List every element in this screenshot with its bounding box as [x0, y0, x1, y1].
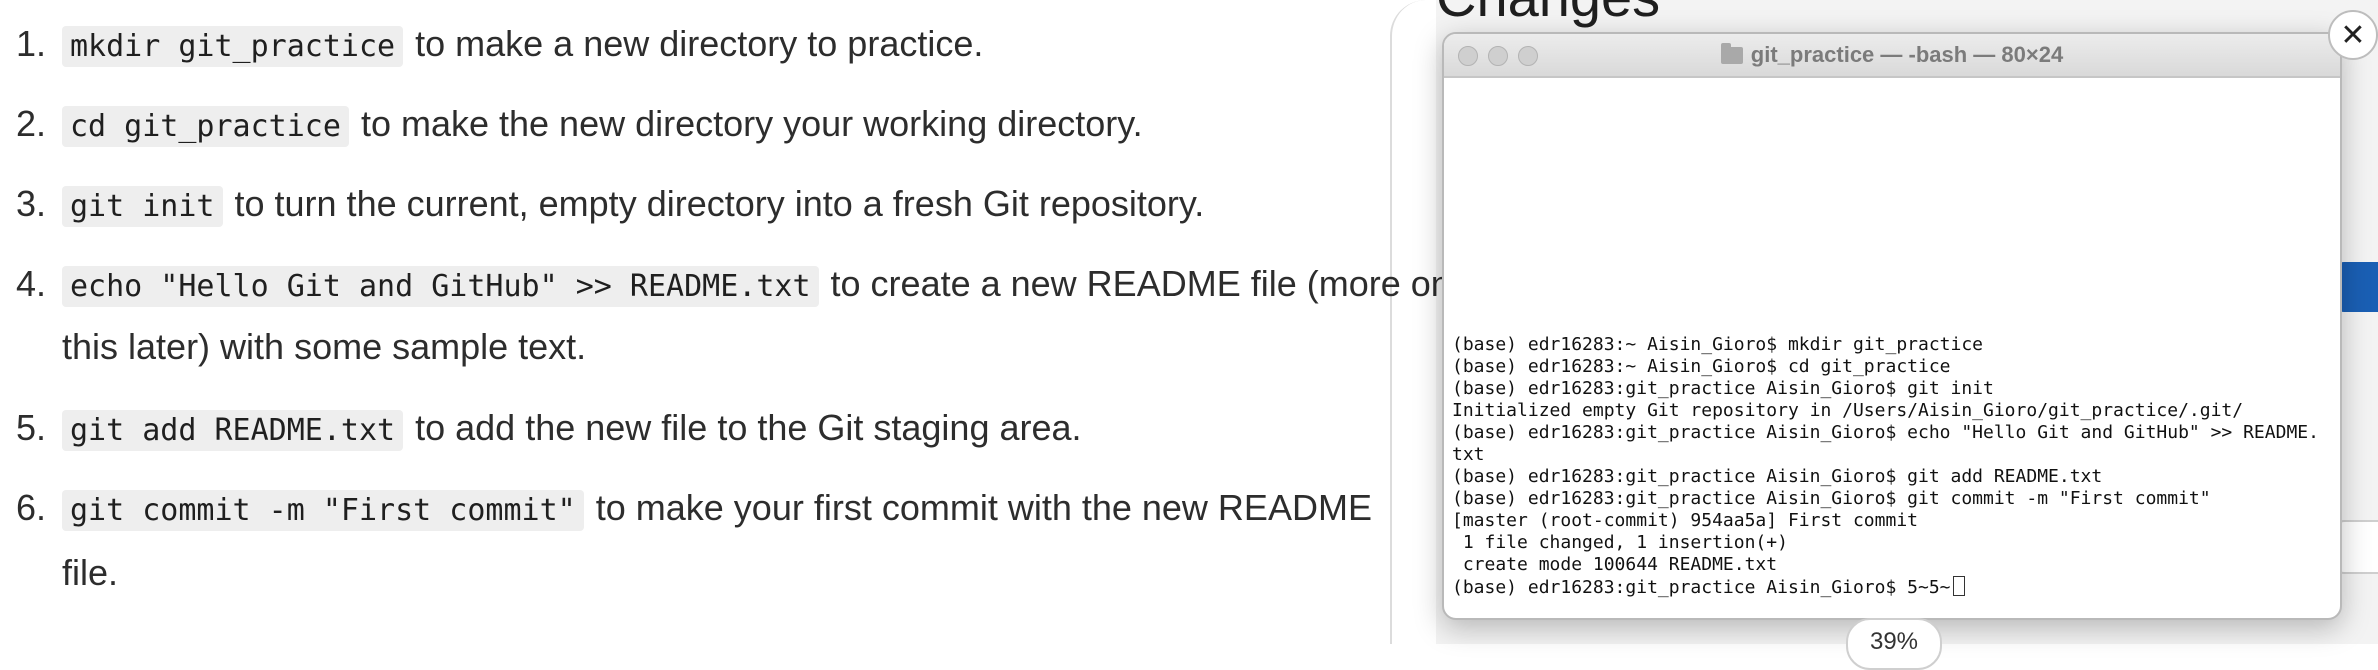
close-overlay-button[interactable]: ✕ — [2328, 10, 2378, 60]
step-body: git add README.txt to add the new file to… — [62, 397, 1082, 462]
terminal-line: (base) edr16283:~ Aisin_Gioro$ mkdir git… — [1452, 334, 1984, 355]
step-body: echo "Hello Git and GitHub" >> README.tx… — [62, 253, 1451, 318]
step-number: 2. — [16, 103, 47, 144]
step-body: cd git_practice to make the new directory… — [62, 93, 1143, 158]
step-body: mkdir git_practice to make a new director… — [62, 13, 983, 78]
folder-icon — [1720, 43, 1743, 64]
step-command: git add README.txt — [62, 410, 404, 451]
terminal-line: (base) edr16283:git_practice Aisin_Gioro… — [1452, 488, 2211, 509]
terminal-title: git_practice — -bash — 80×24 — [1750, 42, 2064, 67]
step-text: to make your first commit with the new R… — [595, 487, 1372, 528]
step-number: 3. — [16, 183, 47, 224]
step-6-continuation: file. — [62, 552, 119, 593]
tutorial-steps: 1. mkdir git_practice to make a new direc… — [0, 0, 1451, 644]
step-command: echo "Hello Git and GitHub" >> README.tx… — [62, 266, 819, 307]
step-number: 4. — [16, 263, 47, 304]
zoom-level-badge[interactable]: 39% — [1846, 618, 1942, 670]
close-icon: ✕ — [2340, 17, 2366, 53]
step-body: git init to turn the current, empty direc… — [62, 173, 1204, 238]
step-text: to turn the current, empty directory int… — [234, 183, 1205, 224]
step-command: git init — [62, 186, 223, 227]
step-body: git commit -m "First commit" to make your… — [62, 477, 1372, 542]
terminal-line: (base) edr16283:git_practice Aisin_Gioro… — [1452, 466, 2103, 487]
terminal-line: Initialized empty Git repository in /Use… — [1452, 400, 2244, 421]
terminal-window[interactable]: git_practice — -bash — 80×24 (base) edr1… — [1442, 32, 2342, 620]
terminal-line: [master (root-commit) 954aa5a] First com… — [1452, 510, 1918, 531]
step-text: to make the new directory your working d… — [360, 103, 1143, 144]
terminal-prompt-text: (base) edr16283:git_practice Aisin_Gioro… — [1452, 577, 1951, 598]
step-text: to create a new README file (more on — [830, 263, 1451, 304]
terminal-output[interactable]: (base) edr16283:~ Aisin_Gioro$ mkdir git… — [1452, 334, 2332, 599]
terminal-line: (base) edr16283:git_practice Aisin_Gioro… — [1452, 378, 1994, 399]
terminal-cursor — [1952, 576, 1965, 596]
terminal-line: create mode 100644 README.txt — [1452, 554, 1778, 575]
step-number: 1. — [16, 23, 47, 64]
step-command: cd git_practice — [62, 106, 349, 147]
step-command: git commit -m "First commit" — [62, 490, 584, 531]
terminal-titlebar[interactable]: git_practice — -bash — 80×24 — [1444, 34, 2340, 78]
terminal-line: (base) edr16283:git_practice Aisin_Gioro… — [1452, 422, 2319, 443]
terminal-line: txt — [1452, 444, 1485, 465]
step-text: to make a new directory to practice. — [415, 23, 984, 64]
step-4-continuation: this later) with some sample text. — [62, 326, 587, 367]
step-number: 6. — [16, 487, 47, 528]
step-number: 5. — [16, 407, 47, 448]
terminal-line: (base) edr16283:~ Aisin_Gioro$ cd git_pr… — [1452, 356, 1951, 377]
step-text: to add the new file to the Git staging a… — [415, 407, 1082, 448]
terminal-prompt-line[interactable]: (base) edr16283:git_practice Aisin_Gioro… — [1452, 576, 2332, 599]
step-command: mkdir git_practice — [62, 26, 404, 67]
terminal-line: 1 file changed, 1 insertion(+) — [1452, 532, 1788, 553]
background-small-button[interactable] — [2336, 520, 2378, 574]
background-blue-button[interactable] — [2336, 262, 2378, 312]
background-heading: Changes — [1436, 0, 1660, 29]
terminal-title-wrap: git_practice — -bash — 80×24 — [1444, 42, 2340, 68]
